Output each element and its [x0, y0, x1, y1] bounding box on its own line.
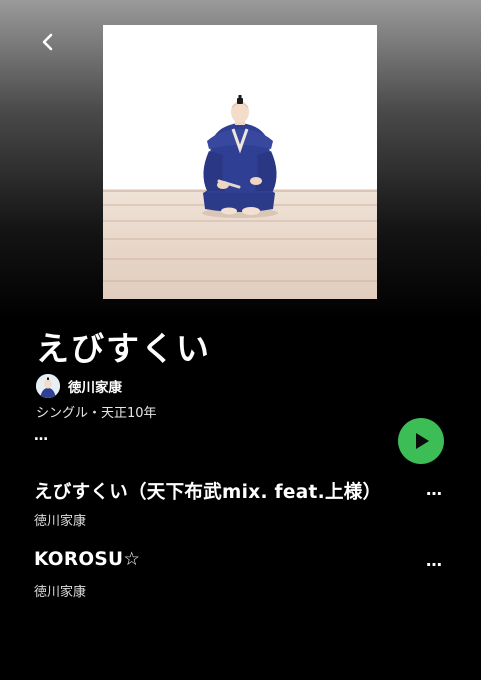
chevron-left-icon [42, 33, 53, 51]
album-cover [103, 25, 377, 299]
track-artist: 徳川家康 [34, 585, 87, 600]
album-meta: シングル・天正10年 [36, 406, 157, 421]
artist-name: 徳川家康 [68, 380, 122, 396]
play-icon [416, 433, 429, 449]
play-button[interactable] [398, 418, 444, 464]
avatar [36, 374, 60, 398]
back-button[interactable] [34, 28, 62, 56]
album-title: えびすくい [36, 329, 211, 368]
track-title: KOROSU☆ [34, 549, 141, 570]
track-row[interactable]: えびすくい（天下布武mix. feat.上様） 徳川家康 … [34, 478, 480, 534]
track-artist: 徳川家康 [34, 514, 87, 529]
album-more-button[interactable]: … [34, 428, 49, 444]
track-more-button[interactable]: … [426, 551, 443, 570]
track-row[interactable]: KOROSU☆ 徳川家康 … [34, 549, 480, 605]
track-more-button[interactable]: … [426, 480, 443, 499]
track-title: えびすくい（天下布武mix. feat.上様） [34, 482, 382, 503]
artist-link[interactable]: 徳川家康 [36, 374, 122, 398]
